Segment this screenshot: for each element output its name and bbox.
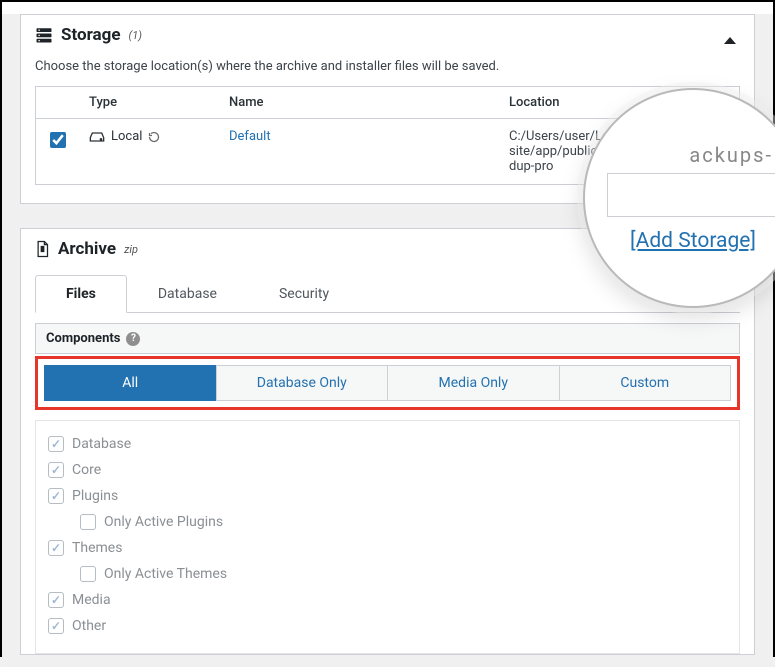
component-label: Database — [72, 436, 131, 452]
components-segments-highlight: All Database Only Media Only Custom — [35, 356, 740, 410]
list-item: Only Active Themes — [48, 561, 727, 587]
tab-database[interactable]: Database — [127, 275, 248, 313]
archive-ext: zip — [124, 243, 138, 256]
components-subheader: Components ? — [35, 323, 740, 354]
list-item: Only Active Plugins — [48, 509, 727, 535]
col-check — [36, 87, 80, 119]
collapse-caret-icon[interactable] — [724, 37, 736, 44]
component-label: Themes — [72, 540, 122, 556]
tab-files[interactable]: Files — [35, 275, 127, 313]
segment-database-only[interactable]: Database Only — [216, 365, 388, 401]
add-storage-link[interactable]: [Add Storage] — [607, 229, 775, 253]
hdd-icon — [89, 131, 105, 143]
refresh-icon[interactable] — [148, 131, 160, 143]
checkbox-other — [48, 618, 64, 634]
checkbox-core — [48, 462, 64, 478]
lens-faded-text: ackups- — [607, 143, 775, 167]
storage-icon — [35, 26, 53, 44]
component-label: Core — [72, 462, 101, 478]
help-icon[interactable]: ? — [126, 332, 140, 346]
segment-custom[interactable]: Custom — [559, 365, 732, 401]
component-label: Other — [72, 618, 106, 634]
col-name: Name — [219, 87, 499, 119]
list-item: Database — [48, 431, 727, 457]
archive-file-icon — [35, 240, 50, 258]
segment-media-only[interactable]: Media Only — [387, 365, 559, 401]
checkbox-themes — [48, 540, 64, 556]
components-segments: All Database Only Media Only Custom — [44, 365, 731, 401]
checkbox-database — [48, 436, 64, 452]
checkbox-only-active-themes — [80, 566, 96, 582]
list-item: Plugins — [48, 483, 727, 509]
storage-description: Choose the storage location(s) where the… — [35, 59, 740, 74]
component-label: Plugins — [72, 488, 118, 504]
storage-name-link[interactable]: Default — [229, 129, 271, 144]
storage-count: (1) — [129, 29, 142, 42]
component-label: Only Active Themes — [104, 566, 227, 582]
components-label: Components — [46, 331, 120, 346]
storage-panel-header[interactable]: Storage (1) — [21, 15, 754, 55]
storage-type-label: Local — [111, 129, 142, 144]
tab-security[interactable]: Security — [248, 275, 360, 313]
lens-table-edge — [607, 173, 775, 217]
segment-all[interactable]: All — [44, 365, 216, 401]
storage-title: Storage — [61, 25, 121, 45]
component-label: Media — [72, 592, 111, 608]
archive-title: Archive — [58, 239, 116, 259]
list-item: Media — [48, 587, 727, 613]
checkbox-only-active-plugins — [80, 514, 96, 530]
list-item: Core — [48, 457, 727, 483]
storage-row-checkbox[interactable] — [50, 132, 66, 148]
component-label: Only Active Plugins — [104, 514, 223, 530]
checkbox-media — [48, 592, 64, 608]
components-list: Database Core Plugins Only Active Plugin… — [35, 420, 740, 654]
col-type: Type — [79, 87, 219, 119]
checkbox-plugins — [48, 488, 64, 504]
list-item: Other — [48, 613, 727, 639]
list-item: Themes — [48, 535, 727, 561]
